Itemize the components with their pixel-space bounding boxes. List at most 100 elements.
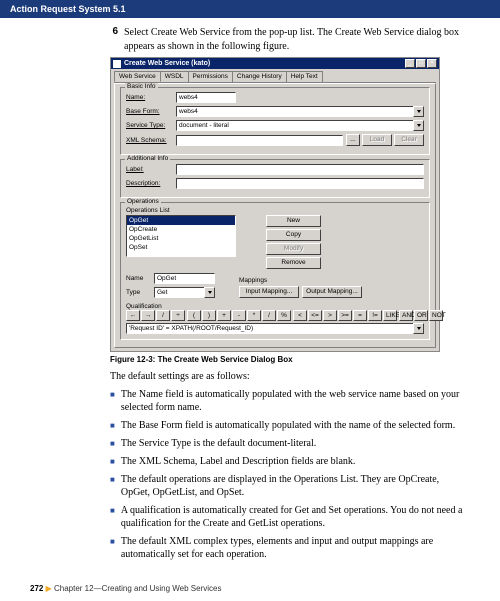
figure-caption: Figure 12-3: The Create Web Service Dial…	[110, 355, 470, 364]
list-item[interactable]: OpGetList	[127, 234, 235, 243]
qual-btn[interactable]: (	[187, 310, 201, 321]
bullet-icon: ■	[110, 457, 115, 468]
description-input[interactable]	[176, 178, 424, 189]
maximize-button[interactable]: □	[416, 59, 426, 68]
create-web-service-dialog: Create Web Service (kato) _ □ × Web Serv…	[110, 57, 440, 352]
tab-panel: Basic Info Name: webs4 Base Form: webs4 …	[114, 83, 436, 348]
step-row: 6 Select Create Web Service from the pop…	[110, 26, 470, 53]
qual-btn[interactable]: *	[247, 310, 261, 321]
qualification-toolbar: ← → / ÷ ( ) + - * / % < <=	[126, 310, 424, 321]
list-item[interactable]: OpCreate	[127, 225, 235, 234]
xml-browse-button[interactable]: ...	[346, 134, 360, 146]
qual-btn[interactable]: -	[232, 310, 246, 321]
remove-button[interactable]: Remove	[266, 257, 321, 269]
page-number: 272	[30, 584, 43, 593]
list-item[interactable]: OpSet	[127, 243, 235, 252]
qual-btn[interactable]: >	[323, 310, 337, 321]
description-label: Description:	[126, 180, 176, 187]
copy-button[interactable]: Copy	[266, 229, 321, 241]
qual-btn[interactable]: ←	[126, 310, 140, 321]
qualification-input[interactable]: 'Request ID' = XPATH(/ROOT/Request_ID)	[126, 323, 413, 334]
doc-title: Action Request System 5.1	[10, 4, 126, 14]
base-form-label: Base Form:	[126, 108, 176, 115]
new-button[interactable]: New	[266, 215, 321, 227]
tab-web-service[interactable]: Web Service	[114, 71, 161, 82]
minimize-button[interactable]: _	[405, 59, 415, 68]
step-text: Select Create Web Service from the pop-u…	[124, 26, 470, 53]
qual-btn[interactable]: ÷	[171, 310, 185, 321]
tab-strip: Web Service WSDL Permissions Change Hist…	[114, 71, 436, 83]
bullet-text: The Service Type is the default document…	[121, 437, 316, 450]
name-input[interactable]: webs4	[176, 92, 236, 103]
name-label: Name:	[126, 94, 176, 101]
qual-btn[interactable]: <=	[308, 310, 322, 321]
tab-help-text[interactable]: Help Text	[286, 71, 323, 82]
qual-btn[interactable]: LIKE	[383, 310, 397, 321]
header-bar: Action Request System 5.1	[0, 0, 500, 18]
chevron-down-icon[interactable]	[413, 120, 424, 131]
bullet-icon: ■	[110, 421, 115, 432]
additional-info-group: Additional Info Label: Description:	[120, 159, 430, 198]
output-mapping-button[interactable]: Output Mapping...	[302, 286, 362, 298]
op-type-combo[interactable]: Get	[154, 287, 215, 298]
xml-load-button[interactable]: Load	[362, 134, 392, 146]
xml-schema-input[interactable]	[176, 135, 343, 146]
operations-list-label: Operations List	[126, 207, 424, 214]
bullet-icon: ■	[110, 506, 115, 530]
qual-btn[interactable]: OR	[414, 310, 428, 321]
input-mapping-button[interactable]: Input Mapping...	[239, 286, 299, 298]
chevron-down-icon[interactable]	[204, 287, 215, 298]
dialog-title: Create Web Service (kato)	[124, 60, 404, 67]
qual-btn[interactable]: +	[217, 310, 231, 321]
close-button[interactable]: ×	[427, 59, 437, 68]
op-name-input[interactable]: OpGet	[154, 273, 215, 284]
qualification-combo[interactable]: 'Request ID' = XPATH(/ROOT/Request_ID)	[126, 323, 424, 334]
label-label: Label:	[126, 166, 176, 173]
list-item: ■The Name field is automatically populat…	[110, 388, 470, 414]
intro-text: The default settings are as follows:	[110, 370, 470, 384]
qual-btn[interactable]: )	[202, 310, 216, 321]
tab-change-history[interactable]: Change History	[232, 71, 287, 82]
page-footer: 272 ▶ Chapter 12—Creating and Using Web …	[30, 584, 221, 593]
modify-button[interactable]: Modify	[266, 243, 321, 255]
list-item: ■The Base Form field is automatically po…	[110, 419, 470, 432]
service-type-combo[interactable]: document - literal	[176, 120, 424, 131]
dialog-icon	[113, 60, 121, 68]
additional-info-title: Additional Info	[125, 155, 170, 162]
footer-chapter: Chapter 12—Creating and Using Web Servic…	[54, 584, 222, 593]
operations-list[interactable]: OpGet OpCreate OpGetList OpSet	[126, 215, 236, 257]
qual-btn[interactable]: →	[141, 310, 155, 321]
label-input[interactable]	[176, 164, 424, 175]
xml-clear-button[interactable]: Clear	[394, 134, 424, 146]
step-number: 6	[110, 26, 124, 53]
qual-btn[interactable]: NOT	[429, 310, 443, 321]
qual-btn[interactable]: %	[277, 310, 291, 321]
list-item: ■ The XML Schema, Label and Description f…	[110, 455, 470, 468]
chevron-down-icon[interactable]	[413, 323, 424, 334]
bullet-icon: ■	[110, 439, 115, 450]
xml-schema-label: XML Schema:	[126, 137, 176, 144]
base-form-combo[interactable]: webs4	[176, 106, 424, 117]
qual-btn[interactable]: /	[262, 310, 276, 321]
tab-permissions[interactable]: Permissions	[188, 71, 233, 82]
bullet-icon: ■	[110, 537, 115, 561]
tab-wsdl[interactable]: WSDL	[160, 71, 189, 82]
bullet-text: The Name field is automatically populate…	[121, 388, 470, 414]
basic-info-title: Basic Info	[125, 83, 158, 90]
bullet-icon: ■	[110, 475, 115, 499]
chevron-down-icon[interactable]	[413, 106, 424, 117]
qual-btn[interactable]: !=	[368, 310, 382, 321]
qual-btn[interactable]: >=	[338, 310, 352, 321]
service-type-value[interactable]: document - literal	[176, 120, 413, 131]
operations-group: Operations Operations List OpGet OpCreat…	[120, 202, 430, 340]
qual-btn[interactable]: AND	[399, 310, 413, 321]
bullet-text: The XML Schema, Label and Description fi…	[121, 455, 356, 468]
list-item[interactable]: OpGet	[127, 216, 235, 225]
service-type-label: Service Type:	[126, 122, 176, 129]
qual-btn[interactable]: =	[353, 310, 367, 321]
list-item: ■A qualification is automatically create…	[110, 504, 470, 530]
op-type-value[interactable]: Get	[154, 287, 204, 298]
base-form-value[interactable]: webs4	[176, 106, 413, 117]
qual-btn[interactable]: <	[293, 310, 307, 321]
qual-btn[interactable]: /	[156, 310, 170, 321]
